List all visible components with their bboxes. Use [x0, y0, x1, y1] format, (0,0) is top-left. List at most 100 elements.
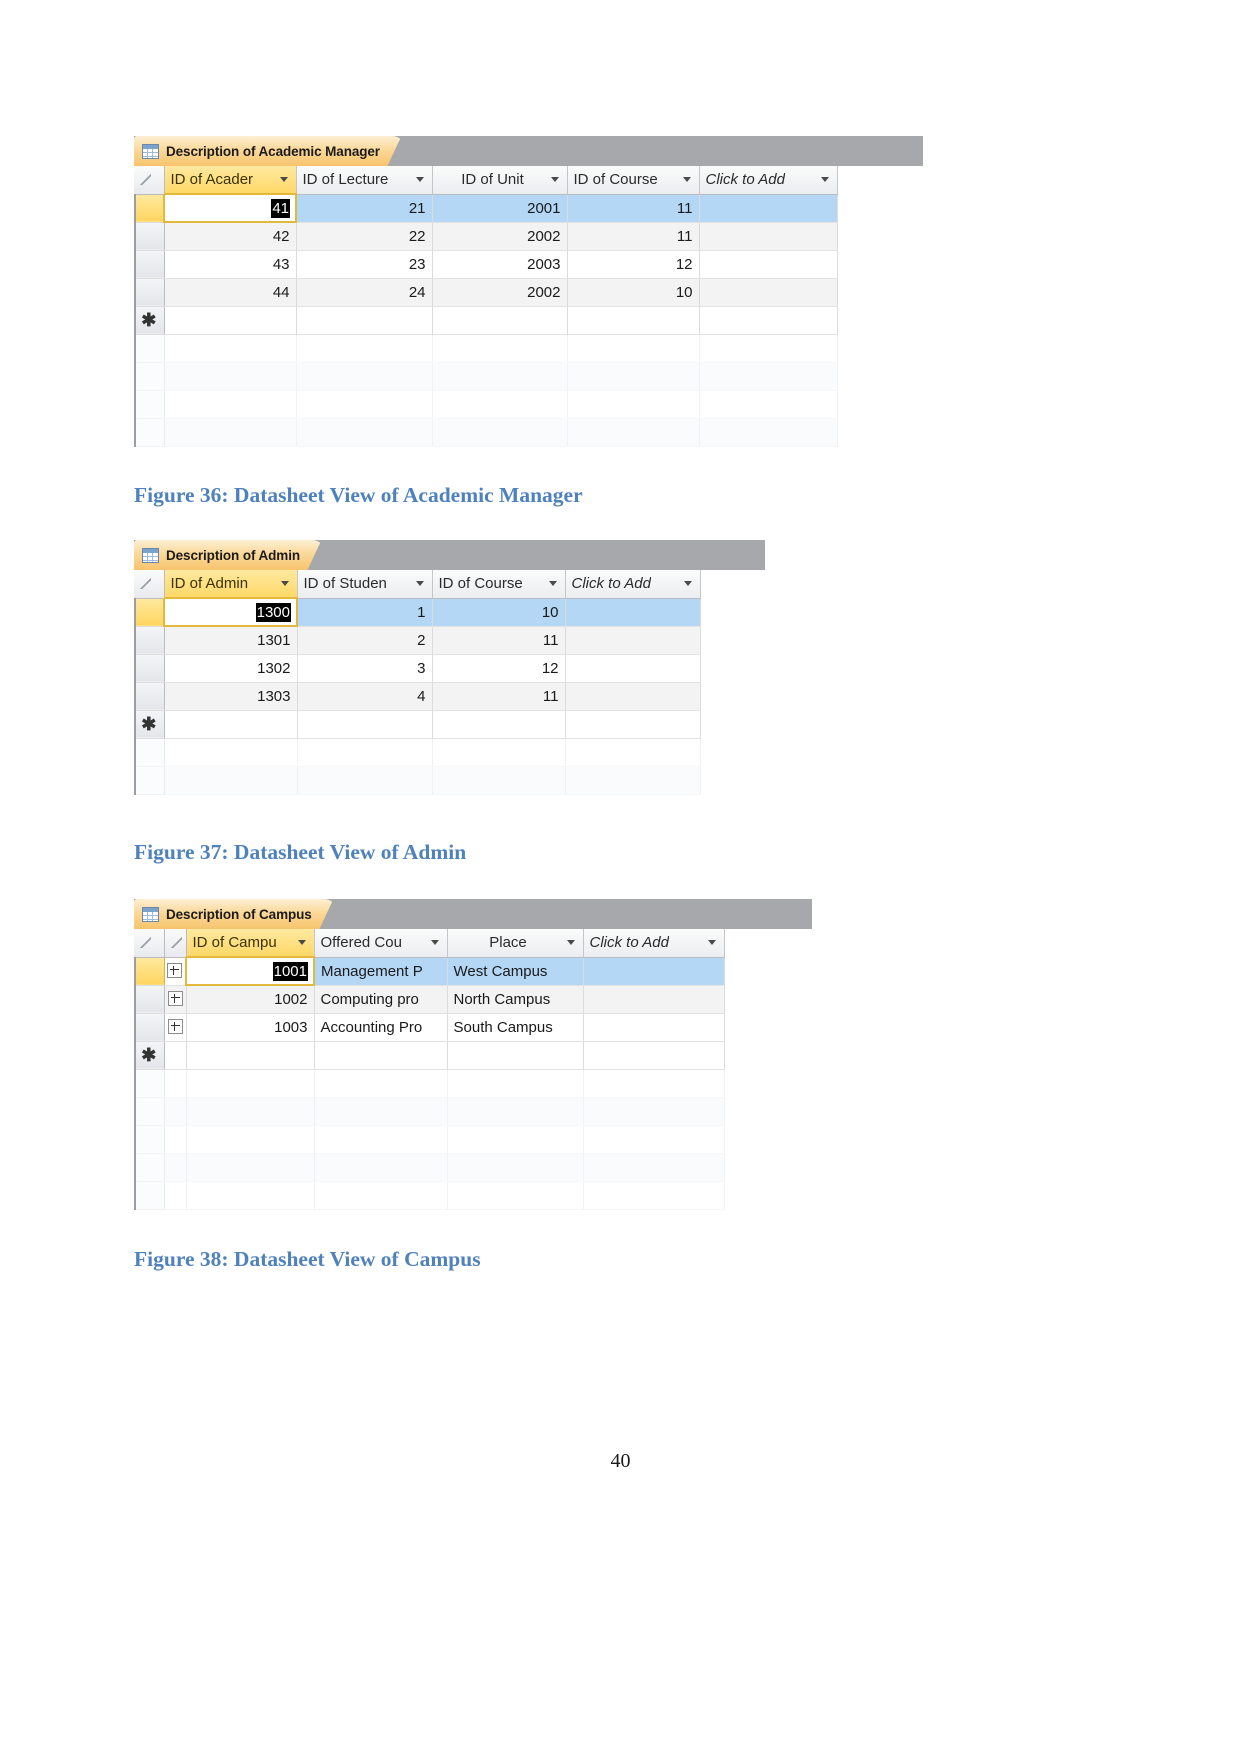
cell-add-new[interactable] — [699, 222, 838, 251]
table-row[interactable]: 1303 4 11 — [134, 682, 701, 711]
table-row[interactable]: 1302 3 12 — [134, 654, 701, 683]
cell-add-new[interactable] — [565, 682, 701, 711]
cell-add-new[interactable] — [565, 710, 701, 739]
tab-description-of-campus[interactable]: Description of Campus — [134, 899, 338, 929]
cell-value[interactable]: South Campus — [447, 1013, 584, 1042]
cell-value[interactable] — [186, 1041, 315, 1070]
cell-value[interactable]: 10 — [567, 278, 700, 307]
cell-value[interactable]: 1003 — [186, 1013, 315, 1042]
row-selector[interactable] — [134, 682, 165, 711]
chevron-down-icon[interactable] — [548, 581, 557, 587]
cell-value[interactable]: 12 — [567, 250, 700, 279]
cell-value[interactable]: 2 — [297, 626, 433, 655]
expand-row-button[interactable] — [164, 985, 187, 1014]
chevron-down-icon[interactable] — [280, 581, 289, 586]
cell-value[interactable]: 1002 — [186, 985, 315, 1014]
cell-value[interactable]: 1303 — [164, 682, 298, 711]
row-selector[interactable] — [134, 194, 165, 223]
cell-value[interactable] — [164, 710, 298, 739]
cell-add-new[interactable] — [583, 1013, 725, 1042]
cell-value[interactable]: 24 — [296, 278, 433, 307]
cell-value[interactable]: 11 — [432, 626, 566, 655]
cell-value[interactable]: Accounting Pro — [314, 1013, 448, 1042]
cell-value[interactable]: Management P — [314, 957, 448, 986]
table-row[interactable]: 43 23 2003 12 — [134, 250, 838, 279]
row-selector[interactable] — [134, 957, 165, 986]
cell-value[interactable] — [447, 1041, 584, 1070]
new-record-row[interactable]: ✱ — [134, 306, 838, 335]
column-header-offered-cou[interactable]: Offered Cou — [314, 929, 448, 958]
chevron-down-icon[interactable] — [820, 177, 829, 183]
cell-value[interactable]: 2001 — [432, 194, 568, 223]
table-row[interactable]: 1300 1 10 — [134, 597, 701, 627]
chevron-down-icon[interactable] — [707, 940, 716, 946]
cell-add-new[interactable] — [699, 194, 838, 223]
cell-value[interactable]: 1301 — [164, 626, 298, 655]
row-selector[interactable] — [134, 250, 165, 279]
cell-value[interactable] — [432, 306, 568, 335]
new-record-marker[interactable]: ✱ — [134, 306, 165, 335]
expand-row-button[interactable] — [164, 1013, 187, 1042]
select-all-corner[interactable] — [134, 929, 165, 958]
cell-value[interactable]: 11 — [432, 682, 566, 711]
cell-value[interactable]: 43 — [164, 250, 297, 279]
chevron-down-icon[interactable] — [566, 940, 575, 946]
cell-value[interactable] — [297, 710, 433, 739]
column-header-click-to-add[interactable]: Click to Add — [583, 929, 725, 958]
cell-value[interactable]: 2002 — [432, 278, 568, 307]
cell-value[interactable] — [432, 710, 566, 739]
chevron-down-icon[interactable] — [415, 581, 424, 587]
table-row[interactable]: 42 22 2002 11 — [134, 222, 838, 251]
chevron-down-icon[interactable] — [415, 177, 424, 183]
cell-add-new[interactable] — [699, 278, 838, 307]
plus-icon[interactable] — [167, 1019, 183, 1035]
column-header-id-of-lecture[interactable]: ID of Lecture — [296, 166, 433, 195]
expand-row-button[interactable] — [164, 957, 187, 986]
row-selector[interactable] — [134, 598, 165, 627]
cell-value[interactable] — [314, 1041, 448, 1070]
cell-value[interactable]: 10 — [432, 598, 566, 627]
cell-value[interactable]: 21 — [296, 194, 433, 223]
new-record-marker[interactable]: ✱ — [134, 710, 165, 739]
table-row[interactable]: 1301 2 11 — [134, 626, 701, 655]
table-row[interactable]: 1003 Accounting Pro South Campus — [134, 1013, 725, 1042]
column-header-id-of-acader[interactable]: ID of Acader — [164, 166, 297, 195]
cell-add-new[interactable] — [565, 626, 701, 655]
table-row[interactable]: 1002 Computing pro North Campus — [134, 985, 725, 1014]
cell-value[interactable]: 12 — [432, 654, 566, 683]
plus-icon[interactable] — [167, 991, 183, 1007]
column-header-click-to-add[interactable]: Click to Add — [565, 570, 701, 599]
cell-value[interactable] — [164, 306, 297, 335]
column-header-id-of-unit[interactable]: ID of Unit — [432, 166, 568, 195]
row-selector[interactable] — [134, 985, 165, 1014]
active-cell[interactable]: 1300 — [163, 597, 298, 627]
plus-icon[interactable] — [167, 963, 183, 979]
table-row[interactable]: 44 24 2002 10 — [134, 278, 838, 307]
cell-add-new[interactable] — [583, 985, 725, 1014]
cell-add-new[interactable] — [583, 1041, 725, 1070]
row-selector[interactable] — [134, 278, 165, 307]
cell-value[interactable]: 23 — [296, 250, 433, 279]
tab-description-of-admin[interactable]: Description of Admin — [134, 540, 327, 570]
column-header-click-to-add[interactable]: Click to Add — [699, 166, 838, 195]
row-selector[interactable] — [134, 222, 165, 251]
column-header-place[interactable]: Place — [447, 929, 584, 958]
chevron-down-icon[interactable] — [430, 940, 439, 946]
cell-value[interactable] — [567, 306, 700, 335]
cell-value[interactable]: 42 — [164, 222, 297, 251]
cell-value[interactable]: 11 — [567, 194, 700, 223]
cell-value[interactable]: 2002 — [432, 222, 568, 251]
cell-add-new[interactable] — [699, 306, 838, 335]
row-selector[interactable] — [134, 1013, 165, 1042]
new-record-row[interactable]: ✱ — [134, 1041, 725, 1070]
new-record-row[interactable]: ✱ — [134, 710, 701, 739]
select-all-corner[interactable] — [134, 570, 165, 599]
cell-value[interactable]: West Campus — [447, 957, 584, 986]
row-selector[interactable] — [134, 654, 165, 683]
chevron-down-icon[interactable] — [683, 581, 692, 587]
cell-value[interactable]: Computing pro — [314, 985, 448, 1014]
column-header-id-of-course[interactable]: ID of Course — [567, 166, 700, 195]
column-header-id-of-studen[interactable]: ID of Studen — [297, 570, 433, 599]
cell-value[interactable]: 22 — [296, 222, 433, 251]
tab-description-of-academic-manager[interactable]: Description of Academic Manager — [134, 136, 406, 166]
